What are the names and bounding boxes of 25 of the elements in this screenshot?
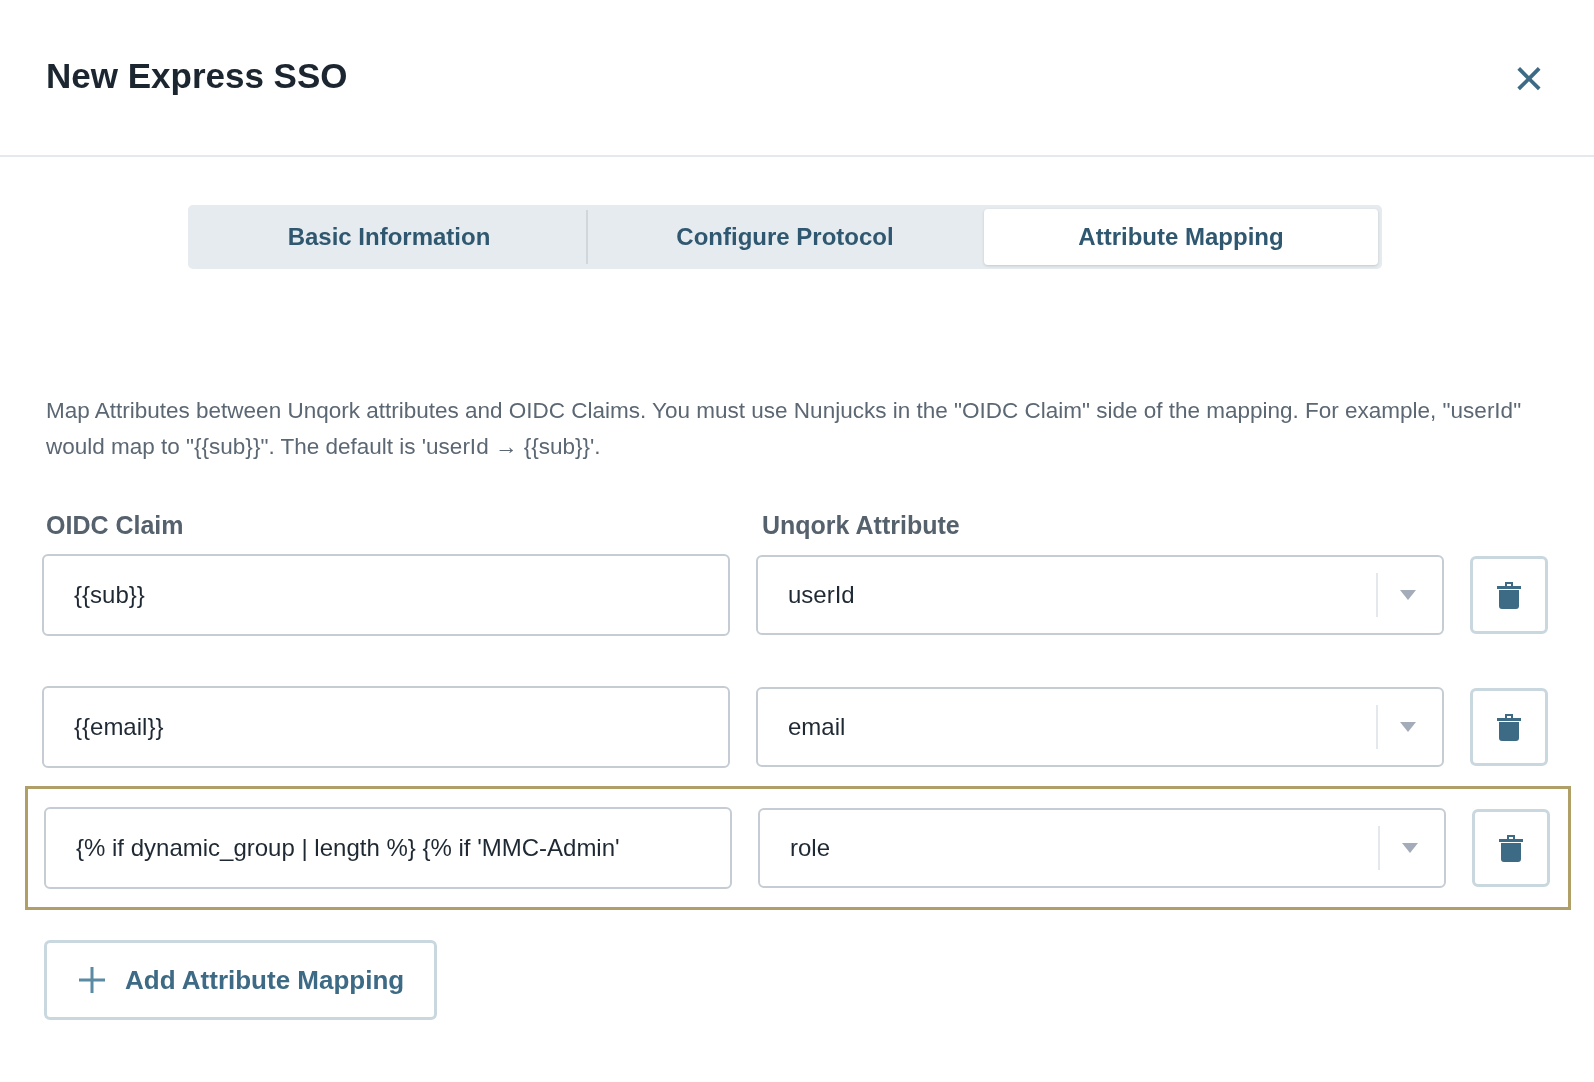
column-label: OIDC Claim: [46, 511, 185, 540]
close-button[interactable]: ×: [1513, 51, 1544, 104]
delete-button[interactable]: [1470, 556, 1548, 634]
plus-icon: [77, 965, 107, 995]
caret-icon: [1400, 590, 1416, 600]
delete-button[interactable]: [1470, 688, 1548, 766]
add-mapping-button[interactable]: Add Attribute Mapping: [44, 940, 438, 1020]
tab[interactable]: Basic Information: [192, 209, 586, 265]
attribute-select[interactable]: email: [756, 687, 1444, 767]
tab[interactable]: Configure Protocol: [588, 209, 982, 265]
claim-input[interactable]: {% if dynamic_group | length %} {% if 'MMC-Admin': [44, 807, 732, 889]
attribute-select[interactable]: userId: [756, 555, 1444, 635]
trash-icon: [1496, 712, 1522, 742]
dialog-title: New Express SSO: [46, 55, 348, 96]
tab[interactable]: Attribute Mapping: [984, 209, 1378, 265]
trash-icon: [1498, 833, 1524, 863]
caret-icon: [1402, 843, 1418, 853]
delete-button[interactable]: [1472, 809, 1550, 887]
column-label: Unqork Attribute: [762, 511, 961, 540]
caret-icon: [1400, 722, 1416, 732]
attribute-select[interactable]: role: [758, 808, 1446, 888]
trash-icon: [1496, 580, 1522, 610]
claim-input[interactable]: {{email}}: [42, 686, 730, 768]
claim-input[interactable]: {{sub}}: [42, 554, 730, 636]
description-text: Map Attributes between Unqork attributes and OIDC Claims. You must use Nunjucks in the "OIDC Claim" side of the mapping. For example, "userId" would map to "{{sub}}". The default is 'userId → {{sub}}'.: [46, 397, 1523, 461]
